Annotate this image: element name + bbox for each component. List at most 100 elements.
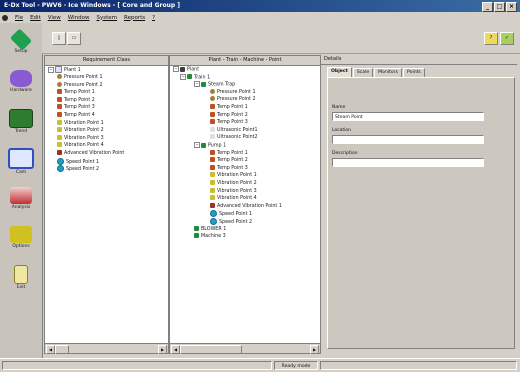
menu-view[interactable]: View [48, 15, 61, 21]
sidebar-item-label: Analysis [11, 205, 31, 210]
new-icon[interactable]: ▯ [52, 32, 66, 45]
tree-root-label: Plant 1 [64, 68, 81, 73]
sidebar-item-hardware[interactable]: Hardware [3, 68, 39, 98]
horizontal-scrollbar[interactable]: ◀ ▶ [45, 343, 168, 354]
tree-node[interactable]: Temp Point 2 [210, 111, 248, 119]
pressure-icon [57, 81, 62, 87]
tree-root[interactable]: − Plant 1 [48, 66, 81, 73]
tree-node[interactable]: Speed Point 1 [210, 210, 252, 218]
machine-icon [201, 142, 206, 148]
machine-icon [194, 233, 199, 239]
tree-node[interactable]: Temp Point 3 [210, 119, 248, 126]
menu-file[interactable]: Fle [15, 15, 23, 21]
tree-node[interactable]: Pressure Point 2 [210, 96, 256, 103]
sidebar-item-options[interactable]: Options [3, 224, 39, 254]
status-cell-right [320, 361, 517, 370]
name-field[interactable]: Steam Point [332, 112, 484, 121]
tree-node[interactable]: Ultrasonic Point1 [210, 126, 258, 134]
scroll-right-icon[interactable]: ▶ [158, 345, 167, 354]
tree-node[interactable]: BLOWER 1 [194, 225, 227, 233]
tab-object[interactable]: Object [327, 67, 352, 77]
sidebar-item-trend[interactable]: Trend [3, 107, 39, 137]
tree-node[interactable]: Pressure Point 1 [210, 88, 256, 96]
collapse-icon[interactable]: − [180, 73, 186, 80]
location-field[interactable] [332, 135, 484, 144]
menu-bar: Fle Edit View Window System Reports ? [0, 12, 520, 23]
collapse-icon[interactable]: − [194, 142, 200, 148]
pressure-icon [210, 88, 215, 94]
sidebar-item-analysis[interactable]: Analysis [3, 185, 39, 215]
green-diamond-icon [9, 28, 33, 51]
tree-node-label: Temp Point 3 [217, 165, 248, 171]
tree-node[interactable]: Vibration Point 1 [57, 119, 104, 127]
tree-node[interactable]: Temp Point 4 [57, 112, 95, 119]
tree-node[interactable]: Vibration Point 2 [210, 180, 257, 187]
sidebar-item-cam[interactable]: Cam [3, 146, 39, 176]
close-button[interactable]: × [506, 2, 517, 12]
tree-node[interactable]: Advanced Vibration Point [57, 150, 124, 157]
train-icon [187, 74, 192, 80]
collapse-icon[interactable]: − [194, 81, 200, 88]
collapse-icon[interactable]: − [173, 66, 179, 72]
tree-node[interactable]: Pressure Point 2 [57, 81, 103, 89]
tree-node[interactable]: Vibration Point 3 [210, 187, 257, 195]
tree-node[interactable]: Vibration Point 1 [210, 172, 257, 179]
requirements-header: Requirement Class [45, 56, 168, 66]
menu-window[interactable]: Window [68, 15, 90, 21]
tree-node[interactable]: Vibration Point 2 [57, 127, 104, 134]
temp-icon [57, 96, 62, 102]
menu-system[interactable]: System [96, 15, 117, 21]
tree-node-label: Speed Point 2 [66, 167, 100, 173]
tab-scale[interactable]: Scale [352, 68, 374, 77]
scroll-left-icon[interactable]: ◀ [46, 345, 55, 354]
app-icon[interactable] [2, 14, 8, 21]
tree-node[interactable]: Vibration Point 4 [57, 142, 104, 149]
sidebar-item-exit[interactable]: Exit [3, 263, 39, 293]
collapse-icon[interactable]: − [48, 66, 54, 73]
tree-node[interactable]: − Pump 1 [194, 142, 226, 149]
tree-node[interactable]: Machine 3 [194, 233, 226, 240]
tree-node[interactable]: − Plant [173, 66, 199, 73]
options-icon [10, 226, 32, 243]
minimize-button[interactable]: _ [482, 2, 493, 12]
tree-node[interactable]: Vibration Point 3 [57, 134, 104, 142]
tree-node[interactable]: Temp Point 2 [57, 96, 95, 104]
tree-node[interactable]: Speed Point 2 [57, 165, 100, 173]
tree-node[interactable]: Vibration Point 4 [210, 195, 257, 202]
tree-node[interactable]: Advanced Vibration Point 1 [210, 202, 282, 210]
help-icon[interactable]: ? [484, 32, 498, 45]
tree-node[interactable]: − Steam Trap [194, 81, 235, 88]
scroll-left-icon[interactable]: ◀ [171, 345, 180, 354]
menu-reports[interactable]: Reports [124, 15, 145, 21]
horizontal-scrollbar[interactable]: ◀ ▶ [170, 343, 320, 354]
tree-node[interactable]: Temp Point 1 [210, 149, 248, 157]
tree-node-label: Vibration Point 2 [217, 181, 257, 186]
description-field[interactable] [332, 158, 484, 167]
maximize-button[interactable]: □ [494, 2, 505, 12]
tree-node[interactable]: Temp Point 3 [210, 164, 248, 172]
tab-points[interactable]: Points [403, 68, 425, 77]
vibration-icon [210, 180, 215, 185]
tree-node[interactable]: Ultrasonic Point2 [210, 134, 258, 141]
tree-node[interactable]: Temp Point 1 [57, 89, 95, 96]
tab-monitors[interactable]: Monitors [374, 68, 403, 77]
menu-edit[interactable]: Edit [30, 15, 41, 21]
tree-node[interactable]: Temp Point 1 [210, 104, 248, 111]
scroll-thumb[interactable] [180, 345, 242, 354]
requirements-pane: Requirement Class − Plant 1 Pressure Poin… [44, 55, 169, 354]
open-icon[interactable]: ▭ [67, 32, 81, 45]
sidebar-item-setup[interactable]: Setup [3, 28, 39, 59]
tree-node[interactable]: Temp Point 3 [57, 104, 95, 111]
tree-node[interactable]: Pressure Point 1 [57, 74, 103, 81]
advanced-icon [210, 202, 215, 208]
tree-node[interactable]: Temp Point 2 [210, 157, 248, 164]
tree-node[interactable]: Speed Point 1 [57, 157, 99, 165]
scroll-right-icon[interactable]: ▶ [310, 345, 319, 354]
tree-node-label: BLOWER 1 [201, 226, 227, 232]
tree-node[interactable]: Speed Point 2 [210, 218, 252, 225]
details-panel: Details Object Scale Monitors Points Nam… [321, 55, 517, 352]
scroll-thumb[interactable] [55, 345, 69, 354]
tree-node[interactable]: − Train 1 [180, 73, 210, 81]
menu-help[interactable]: ? [152, 15, 155, 21]
check-icon[interactable]: ✓ [500, 32, 514, 45]
